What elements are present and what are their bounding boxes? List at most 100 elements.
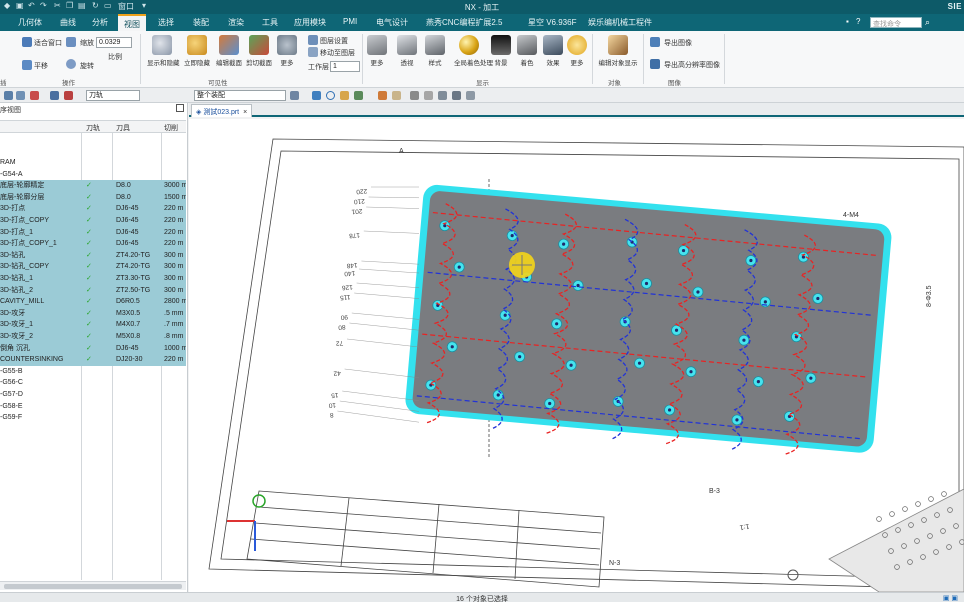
shading-button[interactable]: 着色 (516, 35, 538, 67)
tab-render[interactable]: 渲染 (228, 17, 244, 28)
circle-icon[interactable] (326, 91, 335, 100)
operation-row[interactable]: CAVITY_MILL ✓ D6R0.5 2800 m (0, 296, 186, 308)
operation-row[interactable]: 3D-攻牙 ✓ M3X0.5 .5 mm (0, 307, 186, 320)
tab-view[interactable]: 视图 (118, 14, 146, 31)
global-shading-button[interactable]: 全局着色处理 (454, 35, 493, 67)
more-display-button[interactable]: 更多 (566, 35, 588, 67)
line-icon[interactable] (424, 91, 433, 100)
col-tool-header[interactable]: 刀具 (116, 123, 130, 133)
operation-row[interactable]: RAM (0, 157, 186, 169)
export-image-icon[interactable] (650, 37, 660, 47)
tab-machining-parts[interactable]: 娱乐编机械工程件 (588, 17, 652, 28)
operation-row[interactable]: 3D-钻孔_1 ✓ ZT3.30-TG 300 m (0, 273, 186, 285)
more-visibility-button[interactable]: 更多 (277, 35, 297, 67)
select-filter-icon[interactable] (16, 91, 25, 100)
rotate-button[interactable]: 旋转 (80, 61, 94, 71)
layer-settings-button[interactable]: 图层设置 (320, 36, 348, 46)
more-orient-button[interactable]: 更多 (366, 35, 388, 67)
tab-electrical[interactable]: 电气设计 (376, 17, 408, 28)
part-file-tab[interactable]: ◈ 測試023.prt × (191, 104, 253, 117)
tab-geometry[interactable]: 几何体 (18, 17, 42, 28)
pan-button[interactable]: 平移 (34, 61, 48, 71)
export-hires-image-icon[interactable] (650, 59, 660, 69)
operation-row[interactable]: 3D-钻孔 ✓ ZT4.20-TG 300 m (0, 249, 186, 262)
rotate-icon[interactable] (66, 59, 76, 69)
operation-row[interactable]: -G59-F (0, 412, 186, 424)
tab-pmi[interactable]: PMI (343, 17, 357, 26)
operation-row[interactable]: -G55-B (0, 366, 186, 378)
minimize-icon[interactable]: ▪ (846, 17, 849, 26)
style-button[interactable]: 样式 (424, 35, 446, 67)
zoom-value-input[interactable]: 0.0329 (96, 37, 132, 48)
menu-icon[interactable] (4, 91, 13, 100)
shape-icon[interactable] (340, 91, 349, 100)
clip-section-button[interactable]: 剪切截面 (246, 35, 272, 67)
layer-settings-icon[interactable] (308, 35, 318, 45)
export-image-button[interactable]: 导出图像 (664, 38, 692, 48)
operation-row[interactable]: 3D-打点 ✓ DJ6-45 220 m (0, 203, 186, 215)
zoom-icon[interactable] (66, 37, 76, 47)
fit-window-button[interactable]: 适合窗口 (34, 38, 62, 48)
move-to-layer-icon[interactable] (308, 47, 318, 57)
snap-icon[interactable] (50, 91, 59, 100)
cut-tool-icon[interactable] (64, 91, 73, 100)
fit-window-icon[interactable] (22, 37, 32, 47)
tab-yanxiu-cnc[interactable]: 燕秀CNC编程扩展2.5 (426, 17, 502, 28)
hide-now-button[interactable]: 立即隐藏 (184, 35, 210, 67)
edit-object-display-button[interactable]: 编辑对象显示 (598, 35, 638, 67)
point-icon[interactable] (410, 91, 419, 100)
work-layer-select[interactable]: 1 (330, 61, 360, 72)
operation-row[interactable]: COUNTERSINKING ✓ DJ20-30 220 m (0, 354, 186, 366)
operation-row[interactable]: 倒角 沉孔 ✓ DJ6-45 1000 m (0, 342, 186, 355)
hash-icon[interactable] (466, 91, 475, 100)
view-icon[interactable] (378, 91, 387, 100)
angle-icon[interactable] (452, 91, 461, 100)
effects-button[interactable]: 效果 (542, 35, 564, 67)
col-path-header[interactable]: 刀轨 (86, 123, 100, 133)
operation-row[interactable]: 3D-打点_COPY_1 ✓ DJ6-45 220 m (0, 238, 186, 250)
operation-row[interactable]: -G54-A (0, 169, 186, 181)
settings-icon[interactable] (290, 91, 299, 100)
tab-curve[interactable]: 曲线 (60, 17, 76, 28)
operation-row[interactable]: 3D-打点_1 ✓ DJ6-45 220 m (0, 226, 186, 239)
scrollbar-thumb[interactable] (4, 584, 182, 589)
operation-row[interactable]: 底层-轮廓分层 ✓ D8.0 1500 m (0, 191, 186, 204)
edit-section-button[interactable]: 编辑截面 (216, 35, 242, 67)
perspective-button[interactable]: 透视 (396, 35, 418, 67)
operation-row[interactable]: 3D-钻孔_2 ✓ ZT2.50-TG 300 m (0, 284, 186, 297)
export-hires-image-button[interactable]: 导出高分辨率图像 (664, 60, 720, 70)
box-icon[interactable] (392, 91, 401, 100)
operation-row[interactable]: 3D-攻牙_1 ✓ M4X0.7 .7 mm (0, 319, 186, 331)
operation-row[interactable]: 3D-钻孔_COPY ✓ ZT4.20-TG 300 m (0, 261, 186, 273)
col-feed-header[interactable]: 切削 (164, 123, 178, 133)
graphics-window[interactable]: 220 210 201 178 148 140 126 115 90 80 72 42 15 10 8 A … (189, 119, 964, 592)
undo-select-icon[interactable] (30, 91, 39, 100)
maximize-icon[interactable] (176, 104, 184, 112)
crosshair-icon[interactable] (354, 91, 363, 100)
operation-row[interactable]: 底层-轮廓精定 ✓ D8.0 3000 m (0, 180, 186, 192)
horizontal-scrollbar[interactable] (0, 581, 186, 590)
help-icon[interactable]: ? (856, 17, 860, 26)
operation-row[interactable]: -G56-C (0, 377, 186, 389)
close-tab-icon[interactable]: × (243, 109, 247, 116)
pan-icon[interactable] (22, 60, 32, 70)
operation-row[interactable]: 3D-打点_COPY ✓ DJ6-45 220 m (0, 215, 186, 227)
scope-select[interactable]: 整个装配 (194, 90, 286, 101)
show-hide-button[interactable]: 显示和隐藏 (147, 35, 180, 67)
search-icon[interactable]: ⌕ (925, 17, 930, 28)
tab-analysis[interactable]: 分析 (92, 17, 108, 28)
dimension-icon[interactable] (438, 91, 447, 100)
operation-row[interactable]: 3D-攻牙_2 ✓ M5X0.8 .8 mm (0, 331, 186, 343)
tab-select[interactable]: 选择 (158, 17, 174, 28)
cad-scene[interactable]: 2202102011781481401261159080724215108 A … (189, 119, 964, 592)
snap-point-icon[interactable] (312, 91, 321, 100)
command-search-input[interactable]: 查找命令 (870, 17, 922, 28)
move-to-layer-button[interactable]: 移动至图层 (320, 48, 355, 58)
type-filter-select[interactable]: 刀轨 (86, 90, 140, 101)
tab-applications[interactable]: 应用模块 (294, 17, 326, 28)
tab-assembly[interactable]: 装配 (193, 17, 209, 28)
operation-row[interactable]: -G58-E (0, 401, 186, 413)
tab-xingkong[interactable]: 星空 V6.936F (528, 17, 576, 28)
operation-row[interactable]: -G57-D (0, 389, 186, 401)
background-button[interactable]: 背景 (490, 35, 512, 67)
